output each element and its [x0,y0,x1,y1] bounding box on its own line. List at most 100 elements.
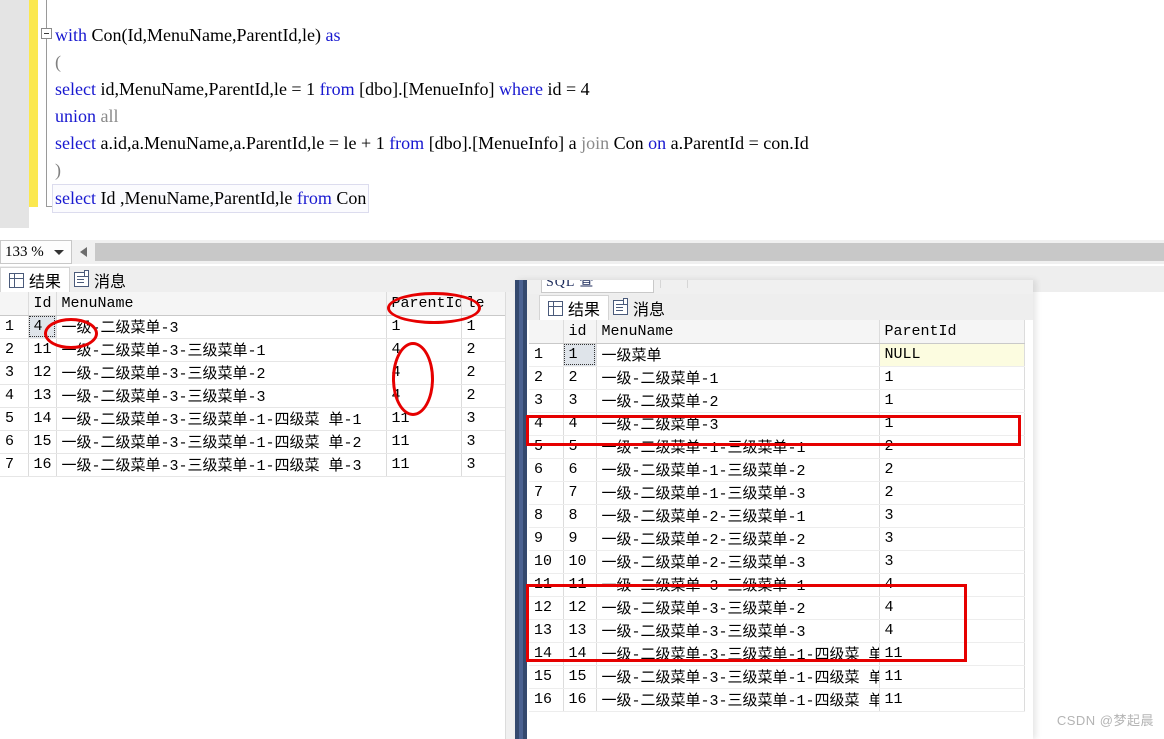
table-cell[interactable]: 15 [28,430,57,454]
table-cell[interactable]: 一级-二级菜单-1 [596,366,880,390]
overlay-partial-tab-2[interactable] [660,280,688,288]
row-number-cell[interactable]: 15 [529,665,564,689]
sql-editor[interactable]: with Con(Id,MenuName,ParentId,le) as (sel… [0,0,1164,228]
table-cell[interactable]: 一级-二级菜单-3-三级菜单-3 [596,619,880,643]
table-cell[interactable]: 1 [461,315,506,339]
table-row[interactable]: 1 1 一级菜单 NULL [529,343,1025,367]
row-number-cell[interactable]: 6 [0,430,29,454]
row-number-cell[interactable]: 9 [529,527,564,551]
overlay-partial-tab[interactable]: SQL 查 [541,280,654,293]
table-cell[interactable]: 4 [563,412,597,436]
table-cell[interactable]: 3 [461,453,506,477]
row-number-cell[interactable]: 3 [529,389,564,413]
row-number-cell[interactable]: 2 [529,366,564,390]
table-cell[interactable]: 4 [386,361,462,385]
table-cell[interactable]: 14 [28,407,57,431]
table-cell[interactable]: 一级-二级菜单-3-三级菜单-3 [56,384,387,408]
table-cell[interactable]: 3 [879,504,1025,528]
table-cell[interactable]: 一级-二级菜单-3 [56,315,387,339]
table-row[interactable]: 6 6 一级-二级菜单-1-三级菜单-2 2 [529,458,1025,482]
row-number-cell[interactable]: 16 [529,688,564,712]
row-number-cell[interactable]: 10 [529,550,564,574]
table-row[interactable]: 12 12 一级-二级菜单-3-三级菜单-2 4 [529,596,1025,620]
table-cell[interactable]: 8 [563,504,597,528]
collapse-toggle-icon[interactable] [41,28,52,39]
column-header[interactable]: le [461,292,506,316]
table-cell[interactable]: 一级菜单 [596,343,880,367]
column-header[interactable]: ParentId [879,320,1025,344]
table-cell[interactable]: 一级-二级菜单-3-三级菜单-2 [56,361,387,385]
row-number-cell[interactable]: 13 [529,619,564,643]
table-cell[interactable]: 4 [386,384,462,408]
table-cell[interactable]: 3 [563,389,597,413]
table-cell[interactable]: 一级-二级菜单-2-三级菜单-2 [596,527,880,551]
table-cell[interactable]: 11 [879,642,1025,666]
table-row[interactable]: 4 13 一级-二级菜单-3-三级菜单-3 4 2 [0,384,506,408]
table-cell[interactable]: 12 [28,361,57,385]
column-header[interactable]: Id [28,292,57,316]
table-cell[interactable]: 一级-二级菜单-1-三级菜单-3 [596,481,880,505]
table-cell[interactable]: 2 [879,458,1025,482]
table-cell[interactable]: 2 [879,435,1025,459]
table-row[interactable]: 11 11 一级-二级菜单-3-三级菜单-1 4 [529,573,1025,597]
row-number-cell[interactable]: 4 [529,412,564,436]
table-row[interactable]: 15 15 一级-二级菜单-3-三级菜单-1-四级菜 单-2 11 [529,665,1025,689]
table-cell[interactable]: 一级-二级菜单-1-三级菜单-1 [596,435,880,459]
table-cell[interactable]: 一级-二级菜单-1-三级菜单-2 [596,458,880,482]
table-row[interactable]: 13 13 一级-二级菜单-3-三级菜单-3 4 [529,619,1025,643]
table-cell[interactable]: 2 [563,366,597,390]
table-cell[interactable]: 7 [563,481,597,505]
table-row[interactable]: 10 10 一级-二级菜单-2-三级菜单-3 3 [529,550,1025,574]
table-cell[interactable]: 11 [386,407,462,431]
table-cell[interactable]: 2 [461,384,506,408]
table-cell[interactable]: 1 [879,366,1025,390]
table-cell[interactable]: 5 [563,435,597,459]
table-cell[interactable]: 4 [28,315,57,339]
table-cell[interactable]: 2 [461,361,506,385]
table-cell[interactable]: 一级-二级菜单-3-三级菜单-1-四级菜 单-1 [56,407,387,431]
row-number-cell[interactable]: 1 [529,343,564,367]
table-row[interactable]: 14 14 一级-二级菜单-3-三级菜单-1-四级菜 单-1 11 [529,642,1025,666]
table-row[interactable]: 8 8 一级-二级菜单-2-三级菜单-1 3 [529,504,1025,528]
row-number-cell[interactable]: 8 [529,504,564,528]
overlay-tab-results[interactable]: 结果 [539,295,610,320]
table-cell[interactable]: 14 [563,642,597,666]
table-cell[interactable]: 一级-二级菜单-3-三级菜单-1 [56,338,387,362]
table-row[interactable]: 3 3 一级-二级菜单-2 1 [529,389,1025,413]
table-cell[interactable]: 4 [879,596,1025,620]
table-cell[interactable]: 一级-二级菜单-2-三级菜单-3 [596,550,880,574]
table-cell[interactable]: NULL [879,343,1025,367]
column-header[interactable]: ParentId [386,292,462,316]
table-row[interactable]: 2 11 一级-二级菜单-3-三级菜单-1 4 2 [0,338,506,362]
tab-messages[interactable]: 消息 [66,267,134,292]
table-cell[interactable]: 3 [461,430,506,454]
table-cell[interactable]: 11 [28,338,57,362]
table-cell[interactable]: 3 [461,407,506,431]
table-cell[interactable]: 15 [563,665,597,689]
table-cell[interactable]: 12 [563,596,597,620]
horizontal-scrollbar[interactable] [95,243,1164,261]
column-header[interactable]: MenuName [596,320,880,344]
table-cell[interactable]: 16 [28,453,57,477]
table-row[interactable]: 3 12 一级-二级菜单-3-三级菜单-2 4 2 [0,361,506,385]
row-number-cell[interactable]: 5 [0,407,29,431]
scroll-left-arrow-icon[interactable] [75,241,95,263]
column-header[interactable]: MenuName [56,292,387,316]
table-cell[interactable]: 一级-二级菜单-3-三级菜单-1-四级菜 单-2 [596,665,880,689]
row-number-cell[interactable]: 4 [0,384,29,408]
row-number-cell[interactable]: 1 [0,315,29,339]
overlay-results-panel[interactable]: SQL 查 结果 消息 id MenuName ParentId 1 1 一级菜单 NUL… [515,280,1033,739]
results-grid-overlay[interactable]: id MenuName ParentId 1 1 一级菜单 NULL 2 2 一级-二级菜单-1… [529,320,1026,737]
row-number-cell[interactable]: 2 [0,338,29,362]
column-header[interactable] [529,320,564,344]
chevron-down-icon[interactable] [54,250,64,255]
table-cell[interactable]: 13 [28,384,57,408]
table-cell[interactable]: 11 [386,453,462,477]
table-row[interactable]: 9 9 一级-二级菜单-2-三级菜单-2 3 [529,527,1025,551]
table-cell[interactable]: 3 [879,550,1025,574]
table-cell[interactable]: 1 [386,315,462,339]
table-cell[interactable]: 一级-二级菜单-3-三级菜单-1 [596,573,880,597]
overlay-tab-messages[interactable]: 消息 [605,295,673,320]
table-row[interactable]: 5 5 一级-二级菜单-1-三级菜单-1 2 [529,435,1025,459]
table-cell[interactable]: 2 [461,338,506,362]
